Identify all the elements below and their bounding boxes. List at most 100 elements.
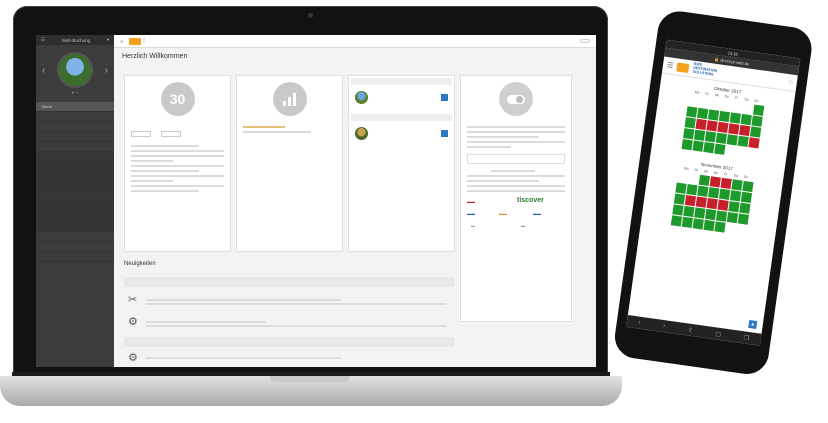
day-available[interactable]	[693, 207, 705, 219]
sidebar-item[interactable]	[36, 172, 114, 182]
card-button[interactable]	[161, 131, 182, 137]
day-available[interactable]	[681, 138, 693, 151]
close-icon[interactable]: ✕	[120, 39, 123, 44]
sidebar-item[interactable]	[36, 162, 114, 172]
list-item[interactable]	[349, 123, 454, 144]
card-button[interactable]	[131, 131, 151, 137]
sponsor-logo[interactable]: ▬▬	[467, 211, 475, 216]
day-available[interactable]	[737, 135, 749, 147]
day-booked[interactable]	[705, 120, 718, 132]
notices-filter[interactable]	[124, 277, 454, 287]
day-available[interactable]	[698, 174, 710, 186]
menu-icon[interactable]: ☰	[666, 61, 673, 70]
search-input[interactable]	[467, 154, 565, 164]
day-available[interactable]	[693, 129, 705, 141]
list-item[interactable]	[349, 87, 454, 108]
day-available[interactable]	[750, 115, 763, 127]
day-available[interactable]	[707, 187, 719, 199]
day-available[interactable]	[692, 218, 704, 230]
day-available[interactable]	[726, 211, 738, 224]
day-booked[interactable]	[716, 199, 729, 211]
day-available[interactable]	[704, 208, 716, 221]
sidebar-item[interactable]	[36, 232, 114, 242]
day-available[interactable]	[752, 104, 764, 116]
day-available[interactable]	[729, 112, 741, 124]
day-booked[interactable]	[719, 177, 732, 189]
day-available[interactable]	[673, 193, 685, 205]
menu-icon[interactable]: ☰	[41, 37, 45, 43]
chevron-right-icon[interactable]: ›	[105, 65, 108, 76]
day-available[interactable]	[685, 106, 697, 118]
day-available[interactable]	[718, 110, 730, 123]
notice-item[interactable]	[146, 355, 446, 361]
toggle-switch[interactable]: ◯	[789, 80, 793, 85]
day-available[interactable]	[702, 141, 715, 154]
day-available[interactable]	[670, 215, 682, 227]
day-available[interactable]	[713, 143, 725, 155]
chevron-left-icon[interactable]: ‹	[42, 65, 45, 76]
sidebar-item[interactable]	[36, 252, 114, 262]
day-available[interactable]	[730, 179, 743, 191]
sidebar-item[interactable]	[36, 242, 114, 252]
day-available[interactable]	[707, 109, 719, 121]
day-available[interactable]	[681, 216, 693, 228]
sidebar-item[interactable]	[36, 212, 114, 222]
sponsor-logo[interactable]: ▬▬	[499, 211, 507, 216]
day-available[interactable]	[741, 180, 754, 193]
scroll-top-button[interactable]: ▲	[748, 319, 758, 330]
topbar-button[interactable]	[580, 39, 590, 43]
notice-item[interactable]	[146, 319, 446, 329]
day-available[interactable]	[702, 219, 715, 232]
day-booked[interactable]	[695, 196, 707, 208]
sidebar-item[interactable]	[36, 122, 114, 132]
day-available[interactable]	[718, 188, 730, 200]
day-available[interactable]	[740, 113, 752, 126]
day-available[interactable]	[696, 107, 708, 120]
day-booked[interactable]	[709, 176, 721, 188]
day-available[interactable]	[684, 117, 696, 129]
day-available[interactable]	[715, 132, 727, 144]
forward-icon[interactable]: ›	[663, 323, 666, 329]
sidebar-item[interactable]	[36, 202, 114, 212]
day-available[interactable]	[696, 185, 708, 197]
tabs-icon[interactable]: ❐	[743, 334, 749, 342]
day-available[interactable]	[691, 140, 704, 152]
day-available[interactable]	[729, 190, 741, 202]
day-booked[interactable]	[727, 123, 739, 135]
day-available[interactable]	[726, 134, 738, 146]
day-booked[interactable]	[694, 118, 707, 130]
sidebar-item[interactable]	[36, 142, 114, 152]
sidebar-item[interactable]	[36, 192, 114, 202]
bookmarks-icon[interactable]: ▢	[715, 330, 722, 338]
action-button[interactable]	[441, 130, 448, 137]
sidebar-item[interactable]	[36, 132, 114, 142]
sidebar-item[interactable]	[36, 182, 114, 192]
day-available[interactable]	[738, 202, 751, 214]
sidebar-item[interactable]	[36, 222, 114, 232]
share-icon[interactable]: ⇧	[687, 326, 693, 334]
day-booked[interactable]	[706, 197, 718, 210]
sponsor-logo[interactable]: ▬▬	[533, 211, 541, 216]
sponsor-logo[interactable]: ▬▬	[467, 199, 475, 204]
day-booked[interactable]	[684, 194, 696, 207]
sponsor-logo[interactable]: ▬	[521, 223, 525, 228]
sidebar-item[interactable]	[36, 112, 114, 122]
day-available[interactable]	[727, 201, 740, 213]
notice-item[interactable]	[146, 297, 446, 307]
day-available[interactable]	[671, 204, 684, 216]
sidebar-item[interactable]	[36, 152, 114, 162]
day-available[interactable]	[682, 127, 694, 140]
carousel-dots[interactable]: ● ○	[36, 90, 114, 96]
action-button[interactable]	[441, 94, 448, 101]
day-available[interactable]	[740, 191, 752, 203]
day-available[interactable]	[682, 205, 695, 218]
back-icon[interactable]: ‹	[638, 320, 641, 326]
day-booked[interactable]	[747, 137, 760, 149]
day-available[interactable]	[674, 182, 687, 194]
day-available[interactable]	[713, 221, 726, 233]
day-available[interactable]	[685, 183, 698, 196]
day-available[interactable]	[737, 213, 749, 225]
sponsor-logo[interactable]: ▬	[471, 223, 475, 228]
day-available[interactable]	[715, 210, 727, 222]
day-booked[interactable]	[716, 121, 729, 133]
